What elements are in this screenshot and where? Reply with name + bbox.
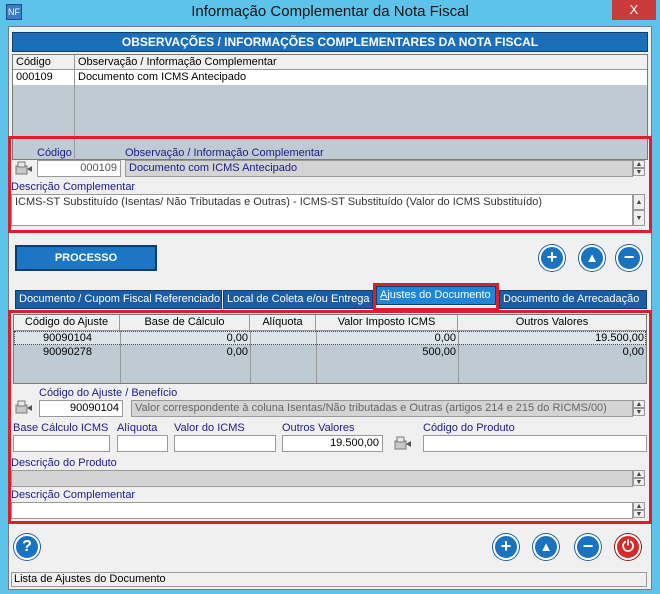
codigo-ajuste-label: Código do Ajuste / Benefício: [39, 387, 178, 399]
tab-ajustes-documento[interactable]: Ajustes do Documento: [376, 286, 496, 305]
add-button[interactable]: +: [539, 245, 565, 271]
column-divider: [458, 331, 459, 383]
cell-outros-valores: 0,00: [622, 346, 644, 358]
column-divider: [316, 331, 317, 383]
valor-icms-field[interactable]: [174, 435, 276, 452]
spin-down-icon[interactable]: ▼: [633, 168, 645, 176]
descricao-produto-field[interactable]: [11, 470, 633, 487]
tab-documento-cupom[interactable]: Documento / Cupom Fiscal Referenciado: [15, 290, 222, 309]
descricao-produto-label: Descrição do Produto: [11, 457, 117, 469]
spin-up-icon[interactable]: ▲: [633, 160, 645, 168]
observacao-field[interactable]: Documento com ICMS Antecipado: [125, 160, 633, 177]
tab-ajustes-label: justes do Documento: [387, 289, 491, 301]
cell-aliquota: [250, 331, 316, 345]
outros-valores-field[interactable]: 19.500,00: [282, 435, 383, 452]
codigo-ajuste-description[interactable]: Valor correspondente à coluna Isentas/Nã…: [131, 400, 633, 417]
cell-aliquota: [250, 345, 316, 359]
descricao-complementar-ajuste-field[interactable]: [11, 502, 633, 519]
outros-valores-label: Outros Valores: [282, 422, 355, 434]
codigo-label: Código: [37, 147, 72, 159]
cell-valor-imposto: 0,00: [434, 332, 456, 344]
tab-local-coleta[interactable]: Local de Coleta e/ou Entrega: [223, 290, 373, 309]
move-up-button[interactable]: ▲: [579, 245, 605, 271]
base-calculo-field[interactable]: [13, 435, 110, 452]
cell-base-calculo: 0,00: [226, 332, 248, 344]
window-client: OBSERVAÇÕES / INFORMAÇÕES COMPLEMENTARES…: [8, 26, 652, 590]
column-header-valor-imposto[interactable]: Valor Imposto ICMS: [316, 315, 458, 331]
codigo-produto-field[interactable]: [423, 435, 647, 452]
cell-codigo-ajuste: 90090104: [43, 332, 92, 344]
window-title: Informação Complementar da Nota Fiscal: [191, 3, 469, 20]
move-up-ajuste-button[interactable]: ▲: [533, 534, 559, 560]
lookup-icon[interactable]: [15, 399, 33, 415]
descricao-produto-spinner[interactable]: ▲ ▼: [633, 470, 645, 486]
status-bar: Lista de Ajustes do Documento: [11, 572, 647, 587]
spin-up-icon[interactable]: ▲: [633, 502, 645, 510]
scroll-down-icon[interactable]: ▼: [633, 210, 645, 226]
aliquota-label: Alíquota: [117, 422, 158, 434]
remove-ajuste-button[interactable]: −: [575, 534, 601, 560]
column-header-codigo-ajuste[interactable]: Código do Ajuste: [14, 315, 120, 331]
descricao-complementar-field[interactable]: ICMS-ST Substituído (Isentas/ Não Tribut…: [11, 194, 633, 226]
add-ajuste-button[interactable]: +: [493, 534, 519, 560]
cell-base-calculo: 0,00: [226, 346, 248, 358]
column-header-aliquota[interactable]: Alíquota: [250, 315, 316, 331]
aliquota-field[interactable]: [117, 435, 168, 452]
spin-down-icon[interactable]: ▼: [633, 478, 645, 486]
column-header-outros-valores[interactable]: Outros Valores: [458, 315, 646, 331]
scroll-up-icon[interactable]: ▲: [633, 194, 645, 210]
section-header: OBSERVAÇÕES / INFORMAÇÕES COMPLEMENTARES…: [12, 32, 648, 52]
spin-down-icon[interactable]: ▼: [633, 408, 645, 416]
codigo-produto-label: Código do Produto: [423, 422, 515, 434]
base-calculo-label: Base Cálculo ICMS: [13, 422, 109, 434]
lookup-icon[interactable]: [394, 435, 412, 451]
descricao-complementar-label: Descrição Complementar: [11, 181, 136, 193]
processo-button[interactable]: PROCESSO: [15, 245, 157, 271]
spin-down-icon[interactable]: ▼: [633, 510, 645, 518]
observacao-spinner[interactable]: ▲ ▼: [633, 160, 645, 176]
column-header-observacao[interactable]: Observação / Informação Complementar: [75, 55, 647, 70]
grid-header: Código Observação / Informação Complemen…: [13, 55, 647, 70]
tab-documento-arrecadacao[interactable]: Documento de Arrecadação: [499, 290, 647, 309]
descricao-complementar-spinner[interactable]: ▲ ▼: [633, 502, 645, 518]
column-divider: [120, 331, 121, 383]
cell-codigo: 000109: [16, 71, 53, 83]
codigo-ajuste-spinner[interactable]: ▲ ▼: [633, 400, 645, 416]
spin-up-icon[interactable]: ▲: [633, 470, 645, 478]
column-header-base-calculo[interactable]: Base de Cálculo: [120, 315, 250, 331]
cell-codigo-ajuste: 90090278: [43, 346, 92, 358]
column-divider: [250, 331, 251, 383]
ajustes-grid[interactable]: Código do Ajuste Base de Cálculo Alíquot…: [13, 314, 647, 384]
column-header-codigo[interactable]: Código: [13, 55, 75, 70]
codigo-field[interactable]: 000109: [37, 160, 121, 177]
descricao-scrollbar[interactable]: ▲ ▼: [633, 194, 645, 226]
close-button[interactable]: X: [612, 0, 656, 20]
power-button[interactable]: ⏻: [615, 534, 641, 560]
observacao-label: Observação / Informação Complementar: [125, 147, 324, 159]
cell-outros-valores: 19.500,00: [595, 332, 644, 344]
descricao-complementar-ajuste-label: Descrição Complementar: [11, 489, 136, 501]
table-row[interactable]: 000109 Documento com ICMS Antecipado: [13, 70, 647, 85]
codigo-ajuste-field[interactable]: 90090104: [39, 400, 123, 417]
lookup-icon[interactable]: [15, 160, 33, 176]
valor-icms-label: Valor do ICMS: [174, 422, 245, 434]
cell-observacao: Documento com ICMS Antecipado: [78, 71, 247, 83]
spin-up-icon[interactable]: ▲: [633, 400, 645, 408]
cell-valor-imposto: 500,00: [422, 346, 456, 358]
remove-button[interactable]: −: [616, 245, 642, 271]
help-button[interactable]: ?: [14, 534, 40, 560]
